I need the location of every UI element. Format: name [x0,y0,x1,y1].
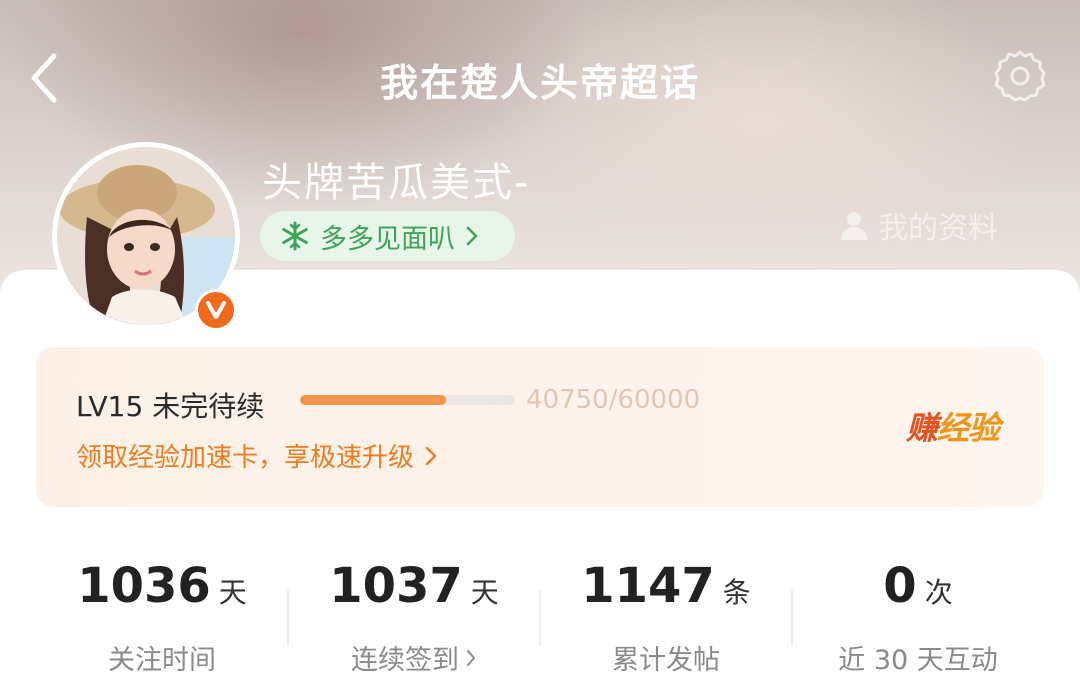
username: 头牌苦瓜美式- [262,160,531,206]
stat-unit: 天 [218,576,247,609]
level-progress-text: 40750/60000 [526,385,701,415]
chevron-right-icon [466,226,478,246]
level-title: LV15 未完待续 [76,390,265,423]
chevron-right-icon [425,446,437,465]
stat-interactions-30d: 0次 近 30 天互动 [792,530,1044,688]
stat-label: 累计发帖 [612,645,720,676]
stat-label: 连续签到 [351,645,459,676]
stat-value: 1147 [581,558,715,614]
stat-value: 0 [883,558,917,614]
stat-checkin-streak[interactable]: 1037 天 连续签到 [288,530,540,688]
stat-value: 1036 [77,558,211,614]
stat-unit: 天 [470,576,499,609]
person-icon [841,212,867,240]
level-progress-fill [300,395,446,405]
earn-experience-label-2: 经验 [937,409,1000,447]
stat-label: 关注时间 [108,645,216,676]
snowflake-icon [282,221,308,251]
page-title: 我在楚人头帝超话 [379,61,700,105]
group-tag-button[interactable]: 多多见面叭 [260,211,515,261]
earn-experience-label-1: 赚 [906,409,938,447]
speed-up-card-label: 领取经验加速卡，享极速升级 [76,443,415,473]
level-panel: LV15 未完待续 40750/60000 领取经验加速卡，享极速升级 赚经验 [36,347,1044,507]
chevron-right-icon [467,649,475,666]
stat-unit: 次 [924,576,953,609]
settings-button[interactable] [990,46,1050,106]
stat-follow-time: 1036 天 关注时间 [36,530,288,688]
verified-v-icon [206,301,226,319]
group-tag-label: 多多见面叭 [320,223,455,255]
top-navigation-bar: 我在楚人头帝超话 [0,0,1080,150]
verified-badge [195,289,237,331]
stat-value: 1037 [329,558,463,614]
stat-total-posts: 1147 条 累计发帖 [540,530,792,688]
my-profile-label: 我的资料 [878,211,998,246]
level-progress-bar [300,395,515,405]
earn-experience-button[interactable]: 赚经验 [906,403,1000,449]
stats-panel: 1036 天 关注时间 1037 天 连续签到 1147 条 累计发帖 0次 近 30… [36,530,1044,688]
speed-up-card-link[interactable]: 领取经验加速卡，享极速升级 [76,437,438,474]
my-profile-link[interactable]: 我的资料 [838,200,998,250]
stat-label: 近 30 天互动 [838,645,998,676]
stat-unit: 条 [722,576,751,609]
gear-icon [994,50,1046,102]
